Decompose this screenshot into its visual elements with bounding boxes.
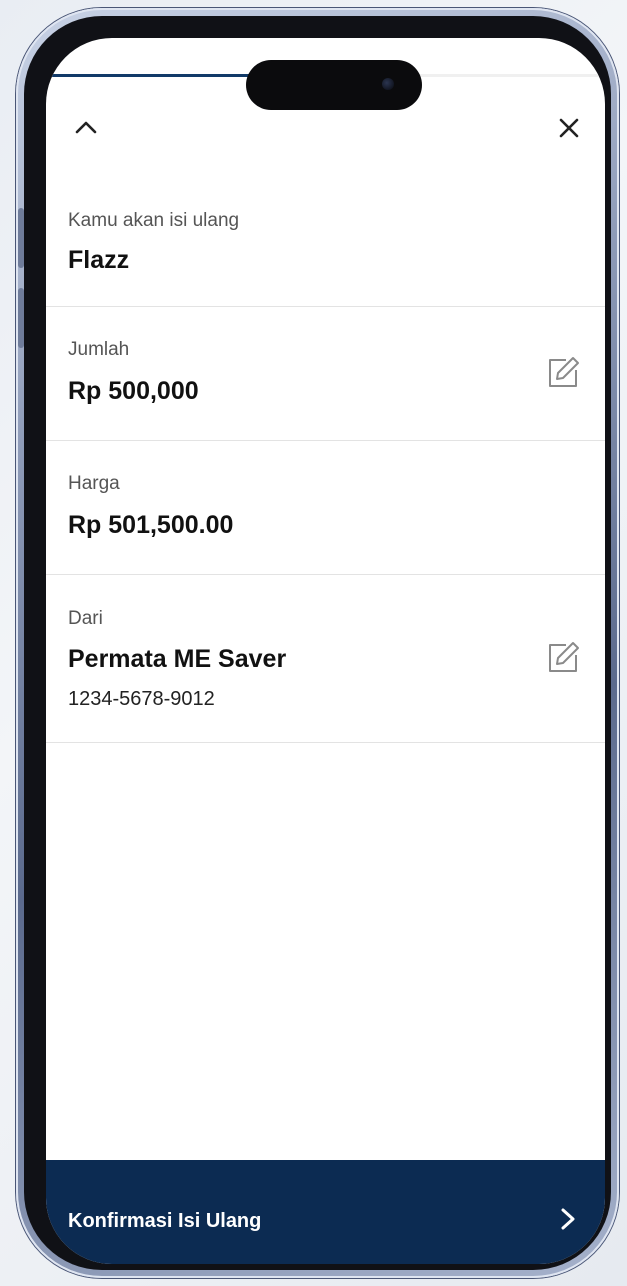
- price-value: Rp 501,500.00: [68, 511, 234, 539]
- edit-amount-button[interactable]: [543, 353, 583, 393]
- close-icon: [559, 118, 579, 138]
- phone-frame: Kamu akan isi ulang Flazz Jumlah Rp 500,…: [16, 8, 619, 1278]
- price-label: Harga: [68, 473, 120, 494]
- dynamic-island: [246, 60, 422, 110]
- progress-bar-fill: [46, 74, 253, 77]
- edit-source-button[interactable]: [543, 638, 583, 678]
- amount-value: Rp 500,000: [68, 377, 199, 405]
- source-account-number: 1234-5678-9012: [68, 688, 215, 710]
- source-account-row: Dari Permata ME Saver 1234-5678-9012: [46, 575, 605, 743]
- camera-lens: [382, 78, 394, 90]
- topup-target-row: Kamu akan isi ulang Flazz: [46, 188, 605, 307]
- topup-target-label: Kamu akan isi ulang: [68, 210, 240, 231]
- edit-icon: [549, 357, 579, 387]
- app-screen: Kamu akan isi ulang Flazz Jumlah Rp 500,…: [46, 38, 605, 1264]
- close-button[interactable]: [549, 108, 589, 148]
- amount-label: Jumlah: [68, 339, 130, 360]
- amount-row: Jumlah Rp 500,000: [46, 307, 605, 441]
- source-label: Dari: [68, 608, 103, 629]
- topup-target-value: Flazz: [68, 246, 130, 274]
- price-row: Harga Rp 501,500.00: [46, 441, 605, 575]
- edit-icon: [549, 642, 579, 672]
- confirm-topup-button[interactable]: Konfirmasi Isi Ulang: [46, 1160, 605, 1264]
- collapse-button[interactable]: [66, 108, 106, 148]
- source-account-name: Permata ME Saver: [68, 645, 287, 673]
- chevron-up-icon: [75, 121, 97, 134]
- phone-bezel: Kamu akan isi ulang Flazz Jumlah Rp 500,…: [24, 16, 611, 1270]
- chevron-right-icon: [553, 1204, 583, 1234]
- confirm-topup-label: Konfirmasi Isi Ulang: [68, 1210, 262, 1232]
